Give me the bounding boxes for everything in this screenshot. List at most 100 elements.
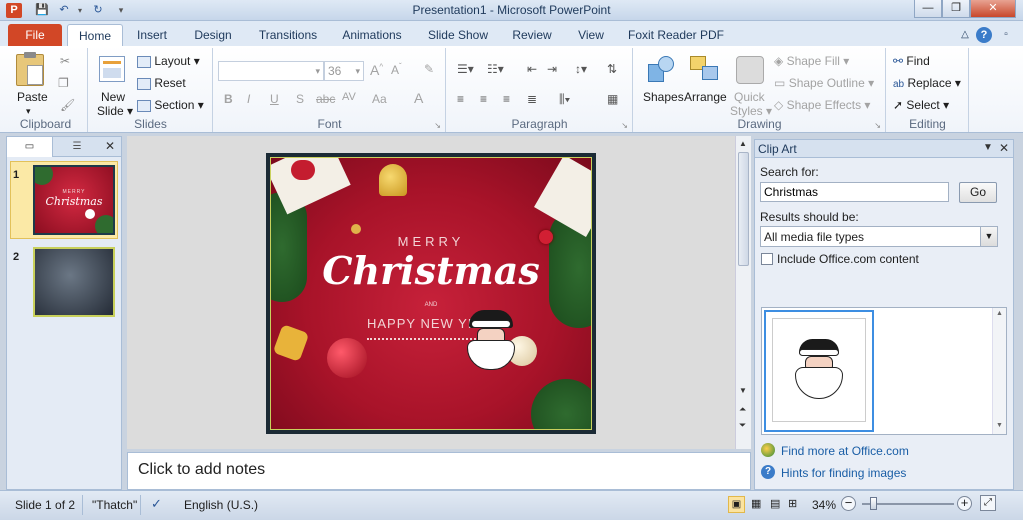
thumbnail-slide-2[interactable] <box>33 247 115 317</box>
zoom-slider[interactable] <box>862 497 954 510</box>
paste-dropdown-icon[interactable]: ▾ <box>26 106 31 117</box>
align-center-icon[interactable]: ≡ <box>480 92 487 106</box>
zoom-level[interactable]: 34% <box>812 498 836 512</box>
quick-styles-dropdown[interactable]: Styles ▾ <box>730 104 772 118</box>
language-status[interactable]: English (U.S.) <box>184 498 258 512</box>
notes-pane[interactable]: Click to add notes <box>127 452 751 490</box>
reset-button[interactable]: Reset <box>137 76 186 90</box>
minimize-ribbon-icon[interactable]: △ <box>958 24 972 46</box>
align-right-icon[interactable]: ≡ <box>503 92 510 106</box>
tab-foxit-reader-pdf[interactable]: Foxit Reader PDF <box>626 24 726 46</box>
scroll-thumb[interactable] <box>738 152 749 266</box>
paragraph-dialog-launcher-icon[interactable]: ↘ <box>621 121 628 130</box>
quick-styles-button[interactable]: Quick <box>734 90 765 104</box>
tab-home[interactable]: Home <box>67 24 123 46</box>
tab-transitions[interactable]: Transitions <box>252 24 324 46</box>
replace-button[interactable]: ab Replace ▾ <box>893 76 961 90</box>
include-office-label[interactable]: Include Office.com content <box>777 252 919 266</box>
underline-button[interactable]: U <box>270 92 279 106</box>
new-slide-button[interactable]: New <box>101 90 125 104</box>
cut-icon[interactable]: ✂ <box>60 54 70 68</box>
media-type-select[interactable]: All media file types ▼ <box>760 226 998 247</box>
layout-button[interactable]: Layout ▾ <box>137 54 200 68</box>
normal-view-icon[interactable]: ▣ <box>728 496 745 513</box>
shape-fill-button[interactable]: ◈ Shape Fill ▾ <box>774 54 849 68</box>
scroll-down-icon[interactable]: ▼ <box>739 386 747 395</box>
reading-view-icon[interactable]: ▤ <box>770 497 780 510</box>
drawing-dialog-launcher-icon[interactable]: ↘ <box>874 121 881 130</box>
restore-button[interactable]: ❐ <box>942 0 970 18</box>
outline-view-tab-icon[interactable]: ☰ <box>55 137 99 157</box>
zoom-in-icon[interactable]: + <box>957 496 972 511</box>
hints-link[interactable]: Hints for finding images <box>781 466 906 480</box>
help-icon[interactable]: ? <box>976 27 992 43</box>
select-button[interactable]: ➚ Select ▾ <box>893 98 949 112</box>
clear-formatting-icon[interactable]: ✎ <box>424 62 434 76</box>
santa-clip-art[interactable] <box>463 310 519 372</box>
spell-check-icon[interactable]: ✓ <box>151 496 162 512</box>
slide-show-view-icon[interactable]: ⊞ <box>788 497 797 510</box>
slide-vertical-scrollbar[interactable]: ▲ ▼ ⏶ ⏷ <box>735 136 751 449</box>
slides-view-tab-icon[interactable]: ▭ <box>7 137 53 157</box>
increase-indent-icon[interactable]: ⇥ <box>547 62 557 76</box>
character-spacing-button[interactable]: AV <box>342 91 356 103</box>
line-spacing-icon[interactable]: ↕▾ <box>575 62 587 76</box>
text-direction-icon[interactable]: ⇅ <box>607 62 617 76</box>
bold-button[interactable]: B <box>224 92 233 106</box>
font-name-combo[interactable]: ▾ <box>218 61 324 81</box>
slide-sorter-view-icon[interactable]: ▦ <box>751 497 761 510</box>
thumbnail-slide-1[interactable]: MERRY Christmas <box>33 165 115 235</box>
numbering-icon[interactable]: ☷▾ <box>487 62 504 76</box>
font-color-button[interactable]: A <box>414 90 423 106</box>
format-painter-icon[interactable]: 🖌 <box>60 98 75 112</box>
paste-button[interactable]: Paste <box>17 90 48 104</box>
zoom-slider-thumb[interactable] <box>870 497 878 510</box>
theme-name-status[interactable]: "Thatch" <box>92 498 137 512</box>
tab-design[interactable]: Design <box>187 24 239 46</box>
scroll-up-icon[interactable]: ▲ <box>739 139 747 148</box>
shape-outline-button[interactable]: ▭ Shape Outline ▾ <box>774 76 874 90</box>
justify-icon[interactable]: ≣ <box>527 92 537 106</box>
grow-font-icon[interactable]: A^ <box>370 62 383 78</box>
close-clip-art-icon[interactable]: ✕ <box>999 141 1009 155</box>
next-slide-icon[interactable]: ⏷ <box>739 420 746 431</box>
find-more-link[interactable]: Find more at Office.com <box>781 444 909 458</box>
fit-to-window-icon[interactable]: ⤢ <box>980 495 996 511</box>
tab-review[interactable]: Review <box>508 24 556 46</box>
shape-effects-button[interactable]: ◇ Shape Effects ▾ <box>774 98 870 112</box>
tab-animations[interactable]: Animations <box>336 24 408 46</box>
align-left-icon[interactable]: ≡ <box>457 92 464 106</box>
tab-file[interactable]: File <box>8 24 62 46</box>
find-button[interactable]: ⚯ Find <box>893 54 930 68</box>
close-thumbnail-pane-icon[interactable]: ✕ <box>105 139 115 153</box>
task-pane-options-icon[interactable]: ▼ <box>983 142 993 153</box>
close-button[interactable]: ✕ <box>970 0 1016 18</box>
ribbon-restore-icon[interactable]: ▫ <box>998 24 1014 46</box>
clip-art-result-selected[interactable] <box>764 310 874 432</box>
shrink-font-icon[interactable]: Aˇ <box>391 62 402 77</box>
smartart-icon[interactable]: ▦ <box>607 92 618 106</box>
font-dialog-launcher-icon[interactable]: ↘ <box>434 121 441 130</box>
include-office-checkbox[interactable] <box>761 253 773 265</box>
results-scroll-down-icon[interactable]: ▼ <box>996 422 1003 429</box>
zoom-out-icon[interactable]: − <box>841 496 856 511</box>
slide-christmas-text[interactable]: Christmas <box>271 248 591 293</box>
go-button[interactable]: Go <box>959 182 997 203</box>
copy-icon[interactable]: ❐ <box>58 76 69 90</box>
arrange-button[interactable]: Arrange <box>684 90 727 104</box>
previous-slide-icon[interactable]: ⏶ <box>739 404 746 415</box>
tab-slide-show[interactable]: Slide Show <box>422 24 494 46</box>
slide-happy-new-year-text[interactable]: HAPPY NEW YE <box>367 316 478 331</box>
notes-placeholder[interactable]: Click to add notes <box>138 461 265 479</box>
tab-view[interactable]: View <box>570 24 612 46</box>
shapes-button[interactable]: Shapes <box>643 90 684 104</box>
font-size-combo[interactable]: 36 ▾ <box>324 61 364 81</box>
italic-button[interactable]: I <box>247 92 250 106</box>
slide-canvas[interactable]: MERRY Christmas AND HAPPY NEW YE <box>266 153 596 434</box>
bullets-icon[interactable]: ☰▾ <box>457 62 474 76</box>
minimize-button[interactable]: — <box>914 0 942 18</box>
text-shadow-button[interactable]: S <box>296 92 304 106</box>
new-slide-dropdown[interactable]: Slide ▾ <box>97 104 133 118</box>
chevron-down-icon[interactable]: ▼ <box>980 227 997 246</box>
section-button[interactable]: Section ▾ <box>137 98 204 112</box>
